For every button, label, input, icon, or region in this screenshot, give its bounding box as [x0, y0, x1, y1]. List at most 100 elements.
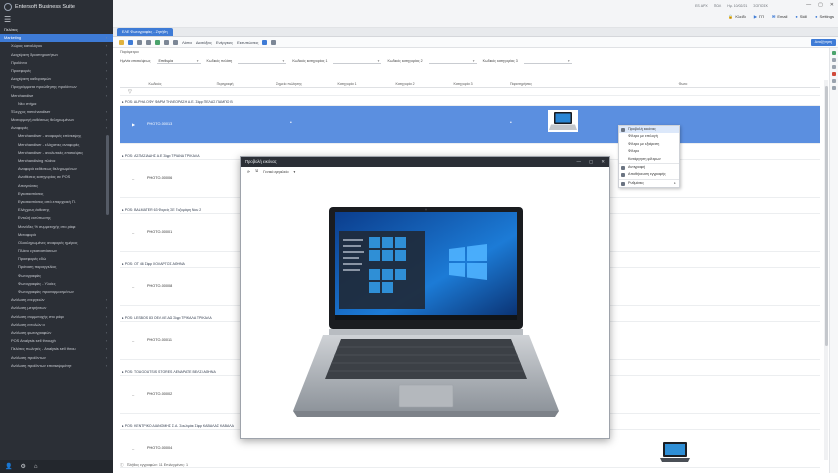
scroll-thumb[interactable]: [824, 86, 828, 346]
column-header[interactable]: Κωδικός: [120, 82, 190, 86]
settings-icon[interactable]: [832, 86, 836, 90]
sidebar-item[interactable]: Έλεγχος merchandiser ›: [0, 108, 113, 116]
sidebar-item[interactable]: Marketing ›: [0, 34, 113, 43]
user-icon[interactable]: 👤: [5, 463, 12, 470]
sidebar-item[interactable]: Φωτογραφίες: [0, 272, 113, 280]
sidebar-item[interactable]: Πελάτες: [0, 26, 113, 34]
sidebar-item[interactable]: Μεταφορά: [0, 231, 113, 239]
chevron-down-icon[interactable]: ▾: [283, 59, 285, 63]
chevron-down-icon[interactable]: ▾: [294, 170, 296, 174]
sidebar-item[interactable]: Πλάνο εγκαταστάσεων: [0, 247, 113, 255]
chevron-down-icon[interactable]: ▾: [568, 59, 570, 63]
sidebar-item[interactable]: Ανάλυση μετρήσεων ›: [0, 304, 113, 312]
sidebar-item[interactable]: Πρόταση παραγγελίας: [0, 263, 113, 271]
filter-input[interactable]: ▾: [523, 58, 572, 64]
search-button[interactable]: Αναζήτηση: [810, 39, 836, 46]
tab-photos[interactable]: ΕΛΕ Φωτογραφίες - Ζητήθη: [117, 28, 173, 36]
sidebar-item[interactable]: Φωτογραφίες - Υλοίες: [0, 280, 113, 288]
general-tool-dropdown[interactable]: Γενικό εργαλείο: [263, 170, 288, 174]
topbar-action-email[interactable]: ✉ Email: [772, 14, 787, 19]
dialog-minimize-icon[interactable]: —: [576, 157, 581, 167]
context-menu-item[interactable]: Αντιγραφή: [619, 164, 679, 171]
sidebar-item[interactable]: Διαχείριση δραστηριοτήτων ›: [0, 51, 113, 59]
chevron-down-icon[interactable]: ▾: [473, 59, 475, 63]
filter-icon[interactable]: ▽: [128, 89, 132, 95]
filter-input[interactable]: ▾: [333, 58, 382, 64]
toolbar-layouts[interactable]: Διατάξεις: [196, 40, 212, 45]
sidebar-item[interactable]: Ολοκληρωμένες αναφορές ημέρας: [0, 239, 113, 247]
hamburger-menu-icon[interactable]: ☰: [0, 14, 113, 26]
context-menu-item[interactable]: Φίλτρο με επιλογή: [619, 133, 679, 140]
sidebar-item[interactable]: Merchandiser - αναφορές επίσκεψης: [0, 132, 113, 140]
sidebar-item[interactable]: Εντολή εκτύπωσης: [0, 214, 113, 222]
context-menu-item[interactable]: Προβολή εικόνας: [619, 126, 679, 134]
chevron-down-icon[interactable]: ▾: [197, 59, 199, 63]
sidebar-item[interactable]: Ανάλυση προϊόντων επισκεψιμότητ ›: [0, 362, 113, 370]
column-header[interactable]: Σημείο πώλησης: [260, 82, 318, 86]
topbar-action-gp[interactable]: ▶ ΓΠ: [754, 14, 764, 19]
grid-filter-row[interactable]: ▽: [120, 88, 820, 96]
home-icon[interactable]: ⌂: [34, 464, 38, 470]
sidebar-item[interactable]: Ανάλυση προϊόντων ›: [0, 354, 113, 362]
list-icon[interactable]: [832, 79, 836, 83]
sidebar-item[interactable]: Ανάλυση συμμετοχής στο ράφι ›: [0, 313, 113, 321]
sidebar-item[interactable]: Ανάλυση ενεργειών ›: [0, 296, 113, 304]
gear-icon[interactable]: ⚙: [20, 463, 25, 470]
save-icon[interactable]: 🖫: [255, 169, 258, 175]
column-header[interactable]: Φωτο: [550, 82, 816, 86]
sidebar-item[interactable]: Προγράμματα προώθησης προϊόντων ›: [0, 83, 113, 91]
close-icon[interactable]: ✕: [830, 2, 834, 8]
add-icon[interactable]: [832, 51, 836, 55]
sidebar-item[interactable]: Ελέγχους έκθεσης: [0, 206, 113, 214]
funnel-icon[interactable]: [137, 39, 142, 45]
maximize-icon[interactable]: ▢: [818, 2, 823, 8]
sidebar-item[interactable]: Διαχείριση καθορισμών ›: [0, 75, 113, 83]
sidebar-scrollbar[interactable]: [106, 135, 109, 215]
context-menu-item[interactable]: Ρυθμίσεις ▸: [619, 180, 679, 187]
column-header[interactable]: Κατηγορία 1: [318, 82, 376, 86]
sidebar-item[interactable]: Πελάτες πωλητές - Analysis sell throu ›: [0, 345, 113, 353]
chevron-down-icon[interactable]: ▾: [378, 59, 380, 63]
context-menu-item[interactable]: Κατάργηση φίλτρων: [619, 156, 679, 163]
filter-input[interactable]: ▾: [238, 58, 287, 64]
dialog-maximize-icon[interactable]: ▢: [589, 157, 593, 167]
toolbar-list[interactable]: Λίστα: [182, 40, 192, 45]
sidebar-item[interactable]: Αναθέσεις κατηγορίας σε POS: [0, 173, 113, 181]
grid-scrollbar[interactable]: [824, 80, 828, 460]
sidebar-item[interactable]: Νέο στήμα: [0, 100, 113, 108]
refresh-icon[interactable]: [128, 39, 133, 45]
column-header[interactable]: Κατηγορία 3: [434, 82, 492, 86]
topbar-action-key[interactable]: 🔒 Κλείδι: [728, 14, 745, 19]
sidebar-item[interactable]: Προσφορές ›: [0, 67, 113, 75]
context-menu-item[interactable]: Αποθήκευση εγγραφής: [619, 171, 679, 178]
sort-icon[interactable]: [146, 39, 151, 45]
sidebar-item[interactable]: Merchandise ›: [0, 92, 113, 100]
sidebar-item[interactable]: Μονάδες % συμμετοχής στο ράφι: [0, 223, 113, 231]
column-header[interactable]: Περιγραφή: [190, 82, 260, 86]
sidebar-item[interactable]: Merchandiser - ελάχιστες αναφορές: [0, 141, 113, 149]
chart-icon[interactable]: [262, 39, 268, 45]
copy-icon[interactable]: [832, 65, 836, 69]
context-menu-item[interactable]: Φίλτρο: [619, 148, 679, 155]
delete-icon[interactable]: [832, 72, 836, 76]
sidebar-item[interactable]: POS Analysis sell through ›: [0, 337, 113, 345]
filter-input[interactable]: ▾: [428, 58, 477, 64]
dialog-close-icon[interactable]: ✕: [601, 157, 605, 167]
sidebar-item[interactable]: Εγκαταστάσεις: [0, 190, 113, 198]
table-row[interactable]: ▶ PHOTO-00013 • •: [120, 106, 820, 144]
save-icon[interactable]: [271, 39, 277, 45]
rotate-icon[interactable]: ⟳: [247, 170, 250, 174]
column-header[interactable]: Παρατηρήσεις: [492, 82, 550, 86]
toolbar-prints[interactable]: Εκτυπώσεις: [237, 40, 258, 45]
topbar-action-skill[interactable]: ● Skill: [795, 14, 807, 19]
sidebar-item[interactable]: Εγκαταστάσεις από επαρχιακή Π.: [0, 198, 113, 206]
sidebar-item[interactable]: Μεσαρμογή εκθέσεως θεληρωμένων ›: [0, 116, 113, 124]
column-header[interactable]: Κατηγορία 2: [376, 82, 434, 86]
sidebar-item[interactable]: Αναφορά εκθέσεως θεληρωμένων: [0, 165, 113, 173]
context-menu-item[interactable]: Φίλτρο με εξαίρεση: [619, 141, 679, 148]
edit-icon[interactable]: [832, 58, 836, 62]
sidebar-item[interactable]: Αναφορές ›: [0, 124, 113, 132]
minimize-icon[interactable]: —: [806, 2, 811, 8]
toolbar-actions[interactable]: Ενέργειες: [216, 40, 233, 45]
sidebar-item[interactable]: Ανάλυση φωτογραφιών ›: [0, 329, 113, 337]
